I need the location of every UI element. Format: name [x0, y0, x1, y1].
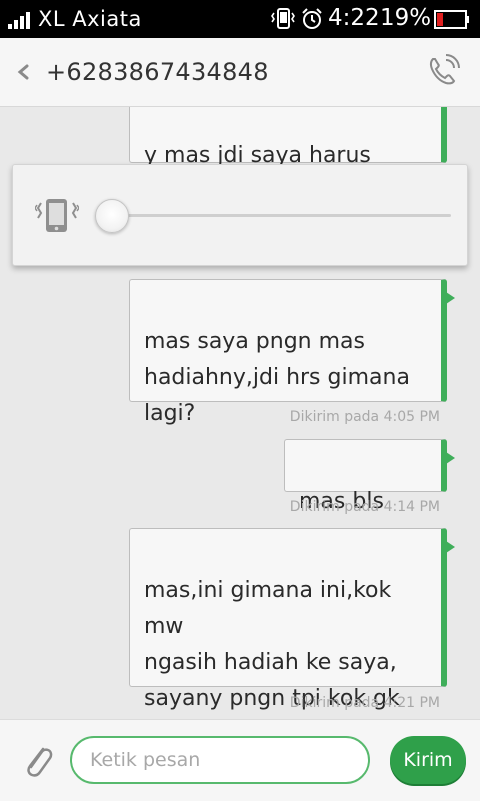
message-composer: Kirim	[0, 719, 480, 801]
message-input[interactable]	[70, 736, 370, 784]
message-timestamp: Dikirim pada 4:21 PM	[289, 695, 440, 711]
volume-slider-track[interactable]	[111, 214, 451, 217]
volume-popup	[12, 164, 468, 266]
phone-icon[interactable]	[424, 52, 462, 90]
alarm-icon	[302, 8, 322, 29]
status-bar: XL Axiata 4:22 19%	[0, 0, 480, 38]
clock: 4:22	[328, 5, 380, 31]
message-bubble[interactable]: y mas jdi saya harus bgimana nih,wah sen…	[129, 107, 447, 204]
chevron-left-icon[interactable]	[14, 60, 34, 84]
message-bubble[interactable]: mas,ini gimana ini,kok mw ngasih hadiah …	[129, 528, 455, 711]
bubble-tail	[446, 541, 455, 553]
contact-number[interactable]: +6283867434848	[46, 58, 269, 86]
message-timestamp: Dikirim pada 4:05 PM	[289, 409, 440, 425]
paperclip-icon[interactable]	[20, 740, 54, 780]
carrier-name: XL Axiata	[38, 7, 142, 31]
conversation-header: +6283867434848	[0, 38, 480, 107]
bubble-tail	[446, 292, 455, 304]
bubble-tail	[446, 452, 455, 464]
send-button[interactable]: Kirim	[390, 736, 466, 784]
battery-percent: 19%	[380, 5, 432, 31]
battery-icon	[434, 10, 469, 29]
vibrate-icon[interactable]	[35, 193, 79, 239]
signal-icon	[8, 12, 30, 29]
volume-slider-thumb[interactable]	[95, 199, 129, 233]
message-timestamp: Dikirim pada 4:14 PM	[289, 499, 440, 515]
message-bubble[interactable]: mas bls mas	[284, 439, 455, 550]
vibrate-icon	[271, 8, 295, 29]
message-bubble[interactable]: mas saya pngn mas hadiahny,jdi hrs giman…	[129, 279, 455, 426]
